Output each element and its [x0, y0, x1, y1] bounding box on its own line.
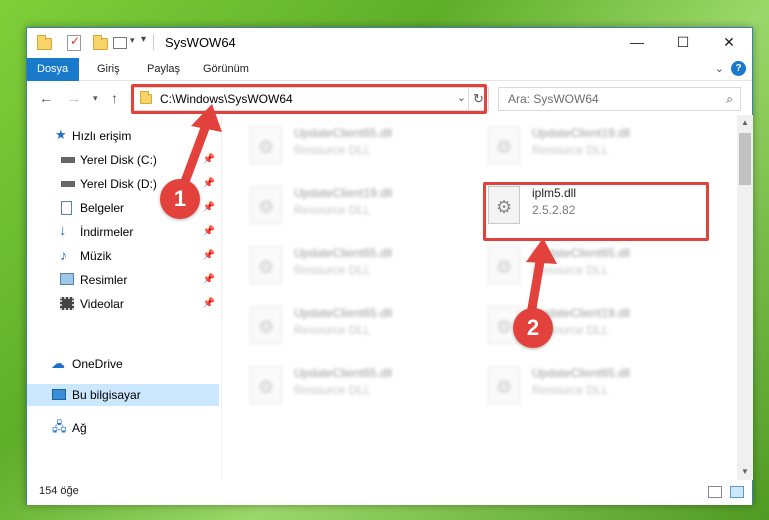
arrow-2-head	[526, 238, 557, 264]
annotation-arrows	[175, 104, 557, 325]
arrow-1-head	[191, 104, 222, 132]
step-2-badge: 2	[513, 308, 553, 348]
step-1-badge: 1	[160, 179, 200, 219]
